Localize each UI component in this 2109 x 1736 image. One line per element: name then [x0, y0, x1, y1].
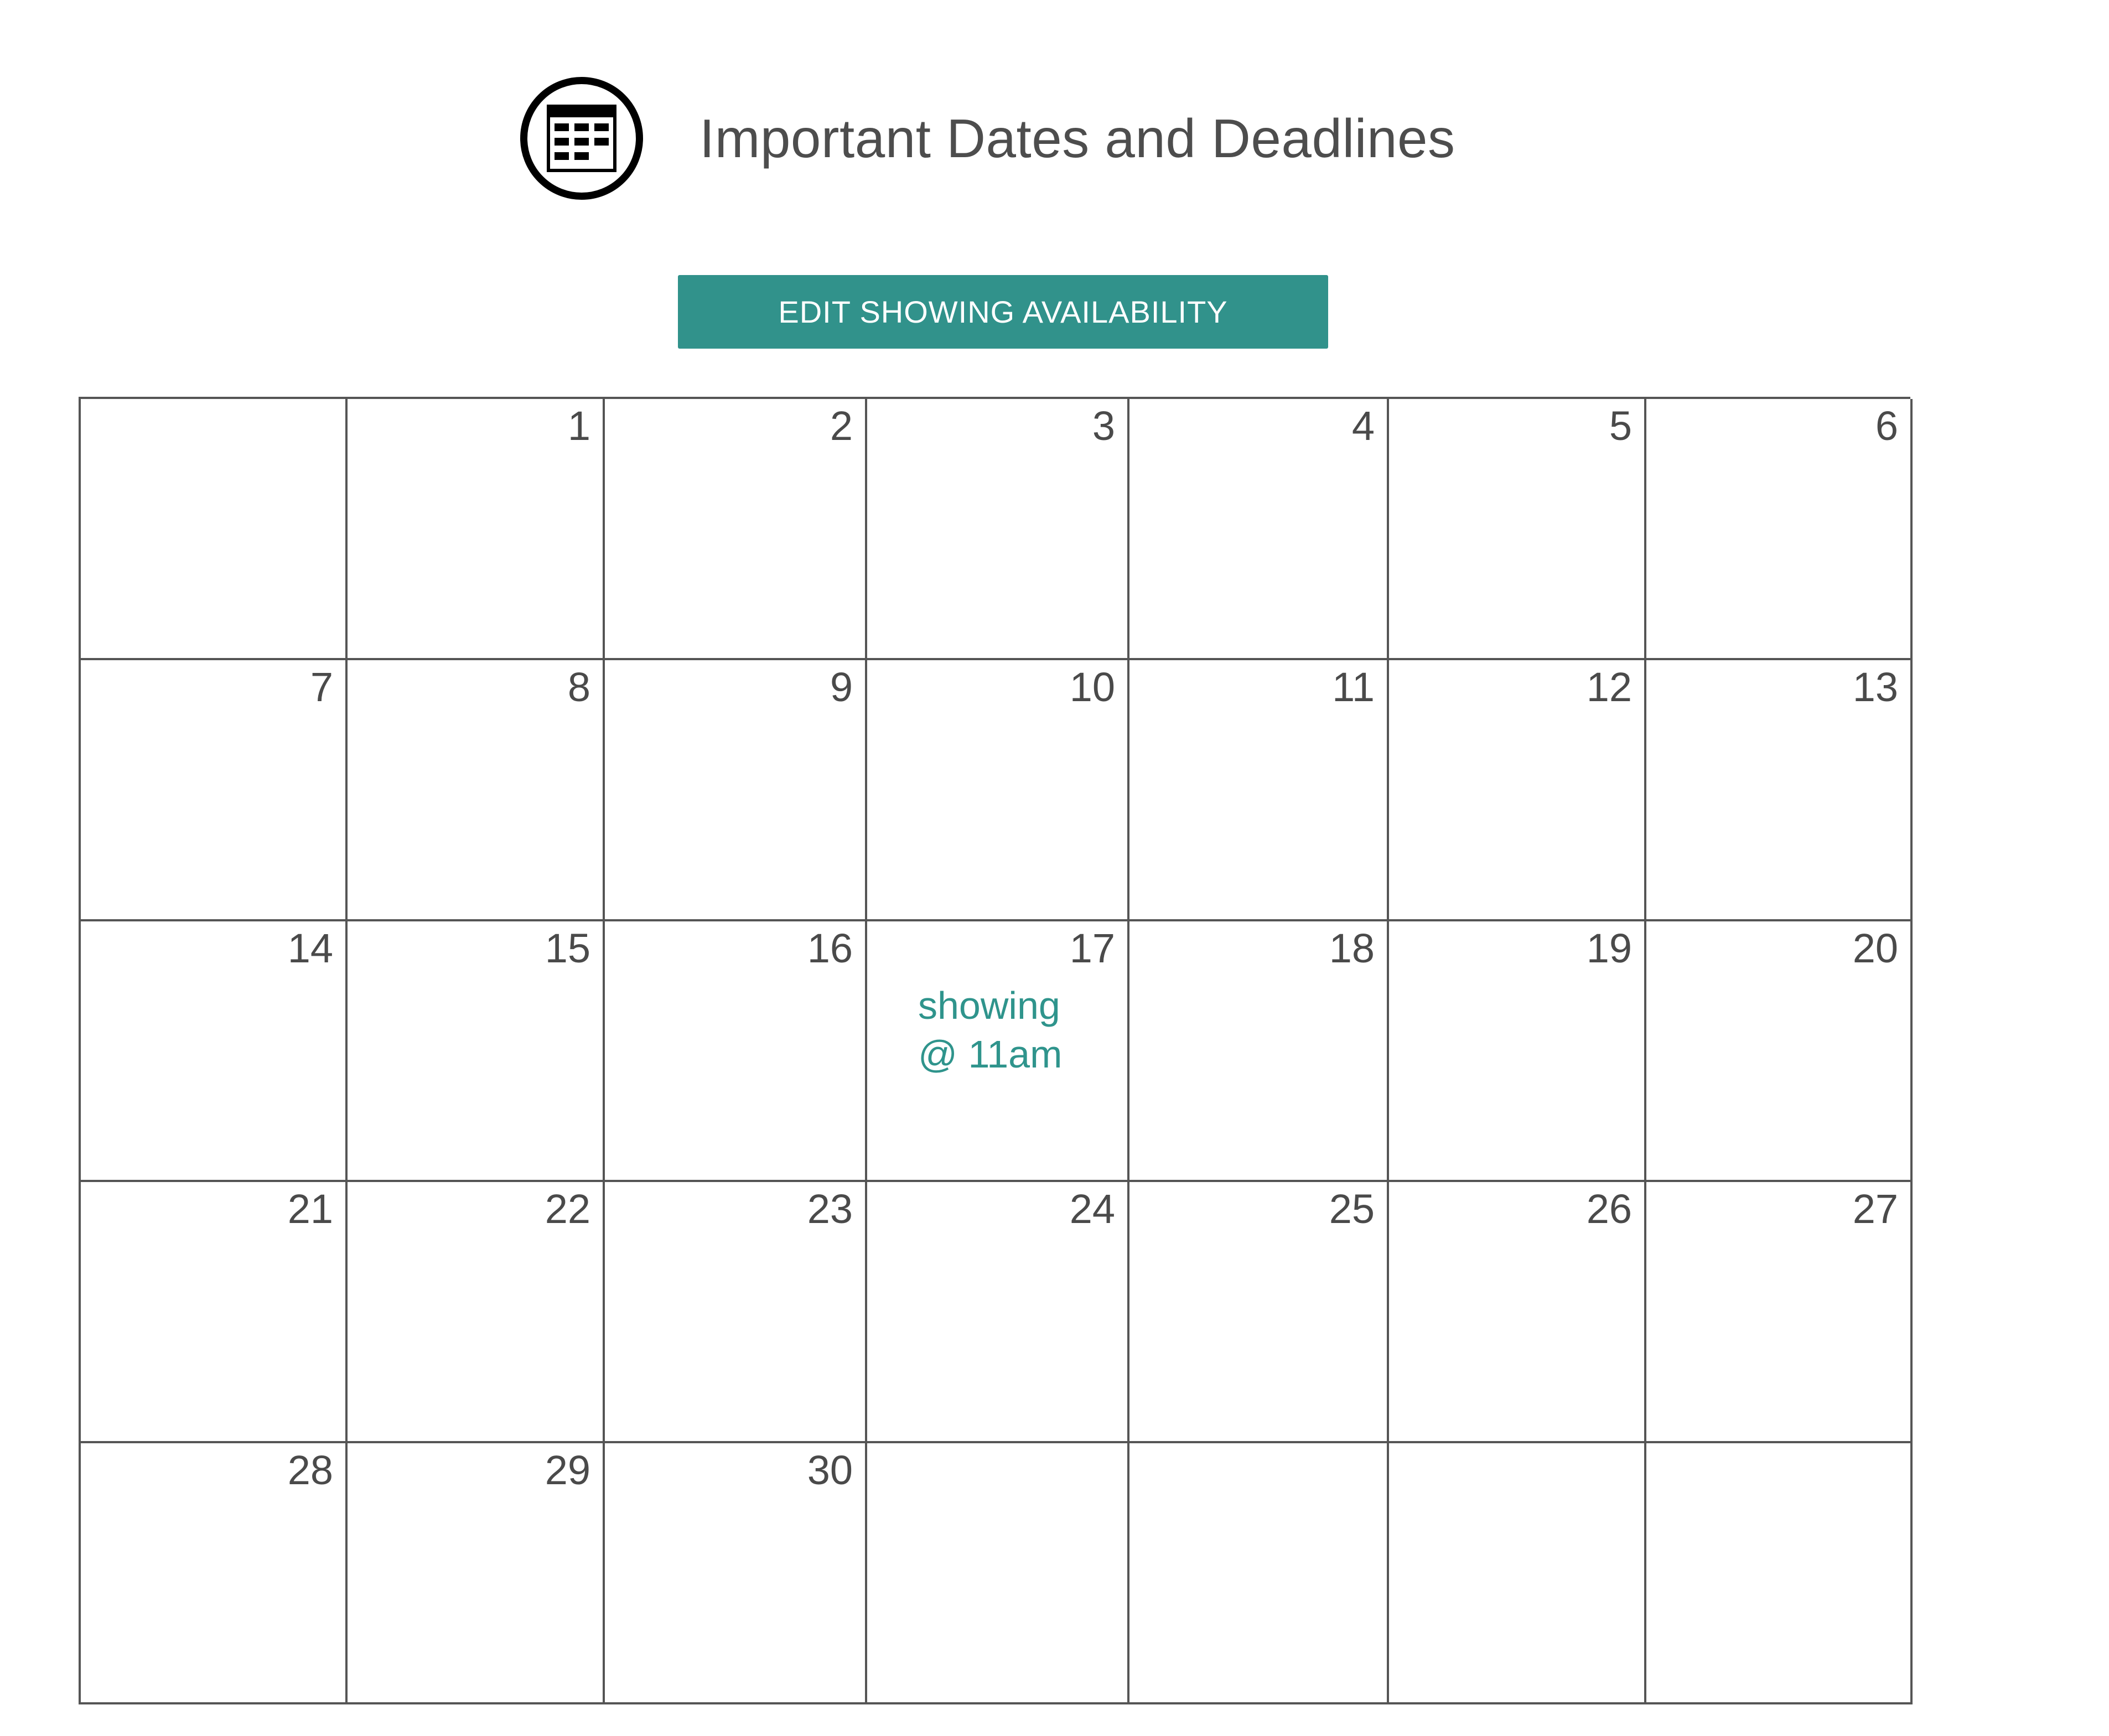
calendar-day-10[interactable]: 10 — [867, 660, 1129, 921]
calendar-day-26[interactable]: 26 — [1389, 1182, 1646, 1444]
calendar-day-28[interactable]: 28 — [81, 1443, 348, 1704]
day-number: 13 — [1852, 664, 1898, 710]
calendar-day-empty — [1129, 1443, 1389, 1704]
day-number: 7 — [310, 664, 333, 710]
day-number: 20 — [1852, 925, 1898, 971]
day-number: 16 — [807, 925, 853, 971]
calendar-day-6[interactable]: 6 — [1646, 399, 1913, 660]
calendar-day-25[interactable]: 25 — [1129, 1182, 1389, 1444]
day-number: 9 — [830, 664, 853, 710]
day-number: 14 — [287, 925, 333, 971]
day-number: 17 — [1069, 925, 1115, 971]
calendar-day-22[interactable]: 22 — [348, 1182, 605, 1444]
calendar-icon — [520, 77, 643, 200]
day-number: 11 — [1332, 664, 1375, 710]
calendar-day-9[interactable]: 9 — [605, 660, 867, 921]
page-title: Important Dates and Deadlines — [699, 107, 1455, 169]
calendar-day-13[interactable]: 13 — [1646, 660, 1913, 921]
day-number: 28 — [287, 1447, 333, 1494]
calendar-day-3[interactable]: 3 — [867, 399, 1129, 660]
day-number: 5 — [1609, 403, 1632, 449]
calendar-day-empty — [1646, 1443, 1913, 1704]
calendar-day-2[interactable]: 2 — [605, 399, 867, 660]
calendar-day-16[interactable]: 16 — [605, 921, 867, 1183]
day-number: 18 — [1329, 925, 1375, 971]
day-number: 21 — [287, 1186, 333, 1232]
day-number: 4 — [1351, 403, 1375, 449]
day-number: 2 — [830, 403, 853, 449]
calendar-day-empty — [1389, 1443, 1646, 1704]
calendar-day-11[interactable]: 11 — [1129, 660, 1389, 921]
day-number: 12 — [1586, 664, 1632, 710]
page-header: Important Dates and Deadlines — [520, 72, 1455, 205]
day-number: 1 — [567, 403, 590, 449]
day-number: 15 — [545, 925, 590, 971]
day-number: 23 — [807, 1186, 853, 1232]
calendar-day-17[interactable]: 17 showing @ 11am — [867, 921, 1129, 1183]
day-number: 19 — [1586, 925, 1632, 971]
day-number: 24 — [1069, 1186, 1115, 1232]
calendar-day-5[interactable]: 5 — [1389, 399, 1646, 660]
day-number: 10 — [1069, 664, 1115, 710]
calendar-day-29[interactable]: 29 — [348, 1443, 605, 1704]
calendar-day-14[interactable]: 14 — [81, 921, 348, 1183]
calendar-day-24[interactable]: 24 — [867, 1182, 1129, 1444]
calendar-day-empty — [81, 399, 348, 660]
calendar-day-20[interactable]: 20 — [1646, 921, 1913, 1183]
day-number: 30 — [807, 1447, 853, 1494]
day-number: 6 — [1875, 403, 1898, 449]
calendar-day-19[interactable]: 19 — [1389, 921, 1646, 1183]
calendar-day-7[interactable]: 7 — [81, 660, 348, 921]
day-number: 27 — [1852, 1186, 1898, 1232]
day-number: 22 — [545, 1186, 590, 1232]
calendar-day-1[interactable]: 1 — [348, 399, 605, 660]
calendar-day-15[interactable]: 15 — [348, 921, 605, 1183]
day-number: 29 — [545, 1447, 590, 1494]
day-number: 3 — [1092, 403, 1115, 449]
calendar-event[interactable]: showing @ 11am — [918, 981, 1101, 1079]
day-number: 26 — [1586, 1186, 1632, 1232]
calendar-day-empty — [867, 1443, 1129, 1704]
calendar-day-21[interactable]: 21 — [81, 1182, 348, 1444]
calendar-day-8[interactable]: 8 — [348, 660, 605, 921]
calendar-grid: 1 2 3 4 5 6 7 8 9 10 11 12 13 14 15 16 17 showing @ 11am 1… — [79, 397, 1913, 1704]
calendar-day-4[interactable]: 4 — [1129, 399, 1389, 660]
calendar-day-18[interactable]: 18 — [1129, 921, 1389, 1183]
calendar-day-30[interactable]: 30 — [605, 1443, 867, 1704]
calendar-day-23[interactable]: 23 — [605, 1182, 867, 1444]
day-number: 8 — [567, 664, 590, 710]
calendar-day-12[interactable]: 12 — [1389, 660, 1646, 921]
day-number: 25 — [1329, 1186, 1375, 1232]
calendar-day-27[interactable]: 27 — [1646, 1182, 1913, 1444]
edit-showing-availability-button[interactable]: EDIT SHOWING AVAILABILITY — [678, 275, 1328, 349]
